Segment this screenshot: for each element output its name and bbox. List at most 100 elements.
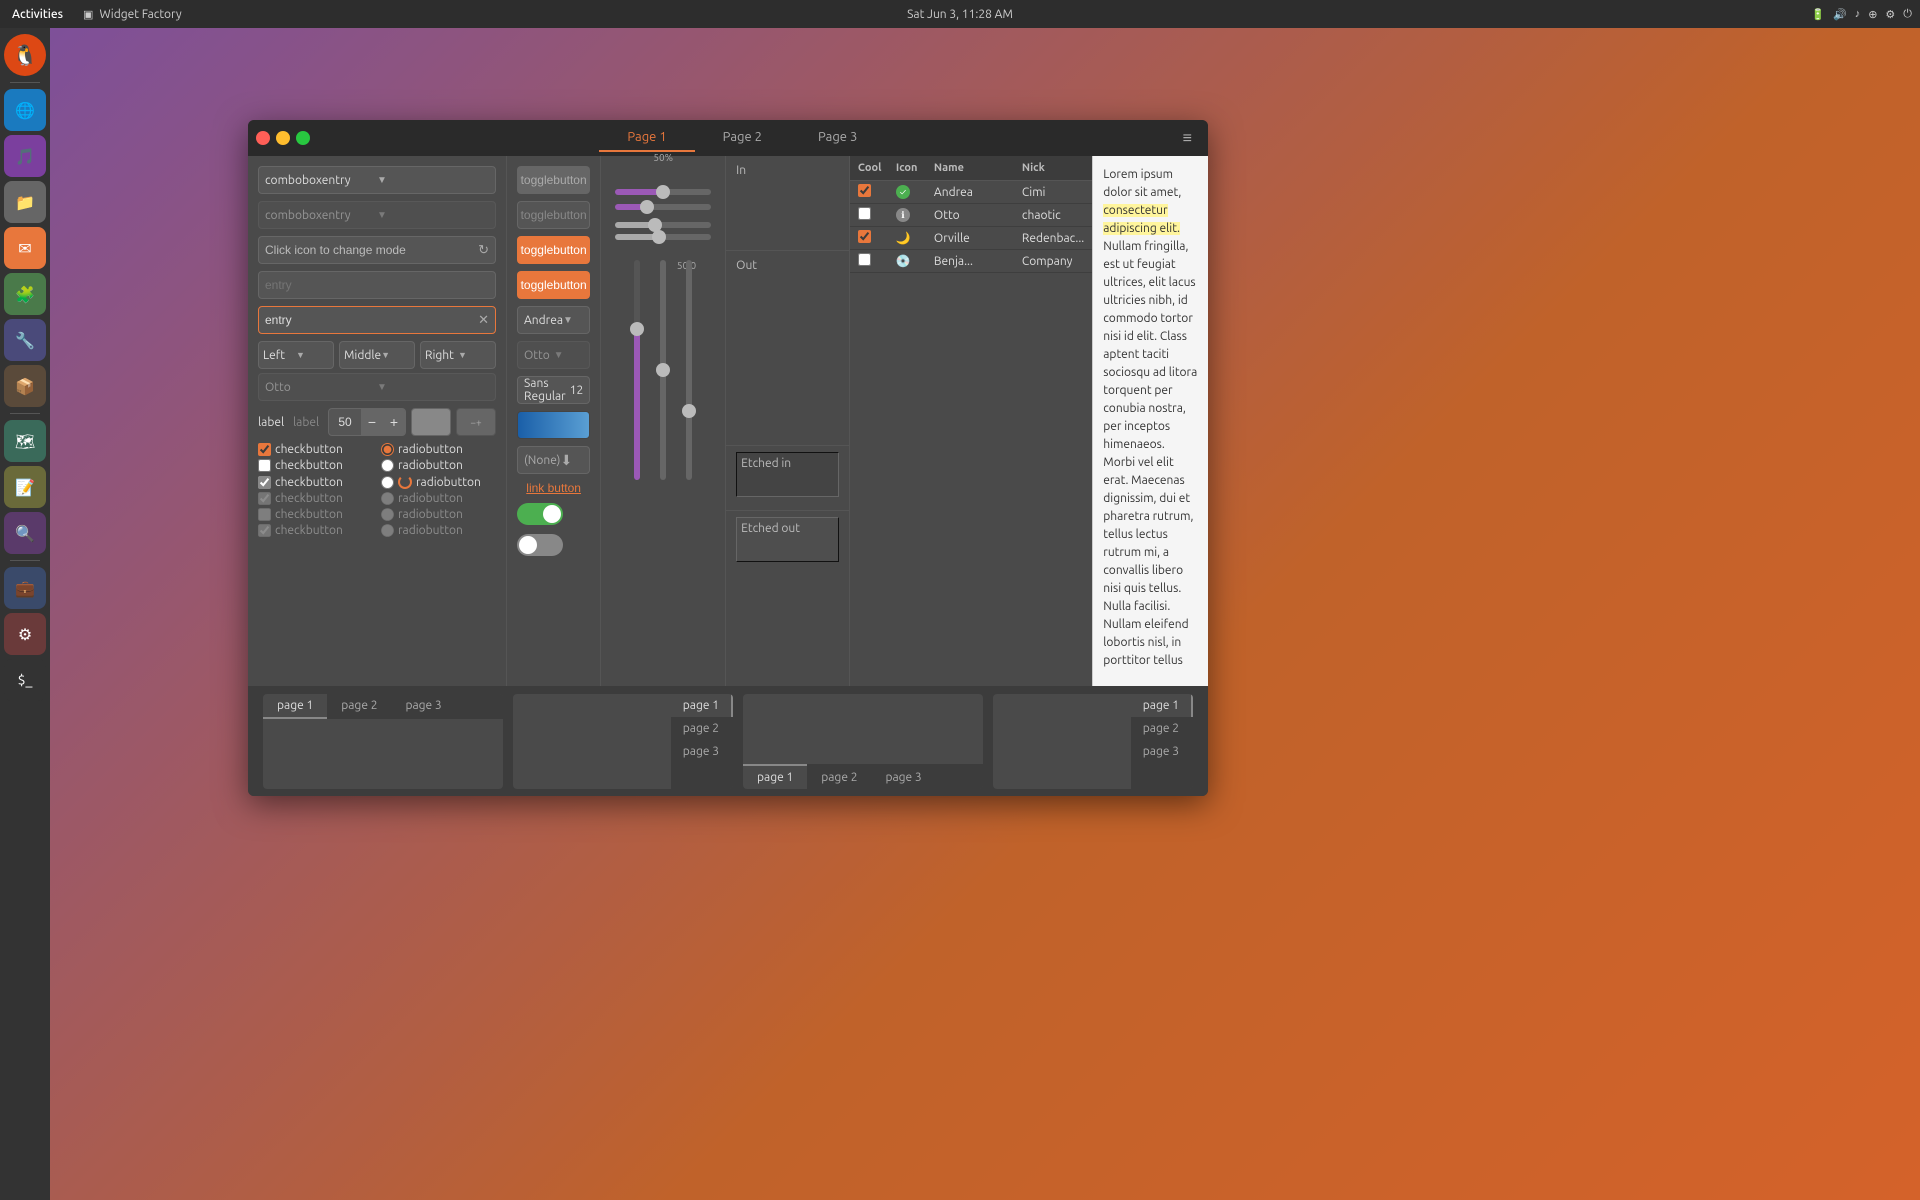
toggle-switch-off[interactable]	[517, 533, 590, 557]
tab-4-page3[interactable]: page 3	[1131, 740, 1193, 763]
close-button[interactable]	[256, 131, 270, 145]
app-name-label: Widget Factory	[99, 8, 181, 21]
tab-3-page3[interactable]: page 3	[871, 764, 935, 789]
slider-h-3[interactable]	[615, 222, 711, 228]
tab-3-page2[interactable]: page 2	[807, 764, 871, 789]
tree-row-orville-icon: 🌙	[896, 231, 926, 245]
sidebar-app-work[interactable]: 💼	[4, 567, 46, 609]
sidebar: 🐧 🌐 🎵 📁 ✉ 🧩 🔧 📦 🗺 📝 🔍 💼 ⚙ $_	[0, 28, 50, 1200]
link-button[interactable]: link button	[517, 481, 590, 495]
checkbox-2-input[interactable]	[258, 459, 271, 472]
activities-label[interactable]: Activities	[0, 8, 75, 21]
slider-h-1[interactable]	[615, 189, 711, 195]
tree-row-orville[interactable]: 🌙 Orville Redenbac...	[850, 227, 1092, 250]
bottom-section: page 1 page 2 page 3 page 1 page 2 page …	[248, 686, 1208, 796]
togglebutton-1[interactable]: togglebutton	[517, 166, 590, 194]
tab-3-page1[interactable]: page 1	[743, 764, 807, 789]
dropdown-middle[interactable]: Middle ▼	[339, 341, 415, 369]
slider-h-2[interactable]	[615, 204, 711, 210]
sidebar-app-maps[interactable]: 🗺	[4, 420, 46, 462]
spinbox-plus[interactable]: +	[383, 408, 405, 436]
tab-4-page1[interactable]: page 1	[1131, 694, 1193, 717]
sidebar-app-tools[interactable]: 🔧	[4, 319, 46, 361]
slider-h-4[interactable]	[615, 234, 711, 240]
sidebar-app-files[interactable]: 📁	[4, 181, 46, 223]
tab-2-page3[interactable]: page 3	[671, 740, 733, 763]
toggle-off-track[interactable]	[517, 534, 563, 556]
tab-1-page3[interactable]: page 3	[391, 694, 455, 719]
tree-row-andrea[interactable]: ✓ Andrea Cimi	[850, 181, 1092, 204]
cd-icon: 💿	[896, 254, 911, 268]
sidebar-app-mail[interactable]: ✉	[4, 227, 46, 269]
entry-clear-input[interactable]	[265, 313, 478, 327]
spinbox-minus[interactable]: −	[361, 408, 383, 436]
tab-2-page2[interactable]: page 2	[671, 717, 733, 740]
slider-v-2[interactable]	[660, 260, 666, 480]
refresh-entry-input[interactable]	[265, 243, 478, 257]
minimize-button[interactable]	[276, 131, 290, 145]
font-selector[interactable]: Sans Regular 12	[517, 376, 590, 404]
sidebar-app-browser[interactable]: 🌐	[4, 89, 46, 131]
sidebar-app-music[interactable]: 🎵	[4, 135, 46, 177]
toggle-switch-on[interactable]	[517, 502, 590, 526]
refresh-icon[interactable]: ↻	[478, 243, 489, 258]
tab-page2[interactable]: Page 2	[695, 124, 790, 152]
radio-3-input[interactable]	[381, 476, 394, 489]
tab-1-page1[interactable]: page 1	[263, 694, 327, 719]
tree-row-benja-checkbox[interactable]	[858, 253, 871, 266]
tab-2-page1[interactable]: page 1	[671, 694, 733, 717]
radio-2-label: radiobutton	[398, 459, 463, 472]
tree-row-otto-checkbox[interactable]	[858, 207, 871, 220]
sidebar-app-search[interactable]: 🔍	[4, 512, 46, 554]
tab-group-2-content	[513, 694, 671, 789]
none-combo[interactable]: (None) ⬇	[517, 446, 590, 474]
toggle-on-track[interactable]	[517, 503, 563, 525]
checkbox-4-disabled: checkbutton	[258, 492, 373, 505]
checkbox-1-input[interactable]	[258, 443, 271, 456]
vertical-sliders-area: 50.0	[615, 260, 711, 530]
maximize-button[interactable]	[296, 131, 310, 145]
app-title-bar: ▣ Widget Factory	[75, 8, 190, 21]
togglebutton-3-active[interactable]: togglebutton	[517, 236, 590, 264]
radio-2-input[interactable]	[381, 459, 394, 472]
sidebar-app-terminal[interactable]: $_	[4, 659, 46, 701]
checkbox-3-input[interactable]	[258, 476, 271, 489]
tree-row-andrea-checkbox[interactable]	[858, 184, 871, 197]
sidebar-app-plugins[interactable]: 🧩	[4, 273, 46, 315]
tab-page1[interactable]: Page 1	[599, 124, 694, 152]
tree-row-benja-icon: 💿	[896, 254, 926, 268]
spinbox-input[interactable]	[329, 415, 361, 429]
entry-with-clear[interactable]: ✕	[258, 306, 496, 334]
radio-4-disabled: radiobutton	[381, 492, 496, 505]
tree-row-otto[interactable]: ℹ Otto chaotic	[850, 204, 1092, 227]
combobox-entry-1[interactable]: comboboxentry ▼	[258, 166, 496, 194]
slider-v-1-wrap	[634, 260, 640, 530]
color-button-1[interactable]	[411, 408, 451, 436]
tab-4-page2[interactable]: page 2	[1131, 717, 1193, 740]
entry-with-refresh[interactable]: ↻	[258, 236, 496, 264]
combo-andrea[interactable]: Andrea ▼	[517, 306, 590, 334]
sidebar-app-notes[interactable]: 📝	[4, 466, 46, 508]
clear-icon[interactable]: ✕	[478, 313, 489, 328]
dropdown-right[interactable]: Right ▼	[420, 341, 496, 369]
tab-page3[interactable]: Page 3	[790, 124, 885, 152]
radio-1: radiobutton	[381, 443, 496, 456]
entry-placeholder-input[interactable]	[265, 278, 489, 292]
window-menu-button[interactable]: ≡	[1175, 129, 1200, 148]
tab-1-page2[interactable]: page 2	[327, 694, 391, 719]
entry-placeholder[interactable]	[258, 271, 496, 299]
power-icon: ⏻	[1903, 8, 1912, 21]
tab-group-1-content	[263, 719, 503, 784]
tree-row-benja[interactable]: 💿 Benja... Company	[850, 250, 1092, 273]
sidebar-app-system[interactable]: ⚙	[4, 613, 46, 655]
radio-1-input[interactable]	[381, 443, 394, 456]
dropdown-left[interactable]: Left ▼	[258, 341, 334, 369]
color-button-2[interactable]: − +	[456, 408, 496, 436]
tree-row-orville-checkbox[interactable]	[858, 230, 871, 243]
color-bar[interactable]	[517, 411, 590, 439]
slider-v-1[interactable]	[634, 260, 640, 480]
sidebar-app-ubuntu[interactable]: 🐧	[4, 34, 46, 76]
sidebar-app-packages[interactable]: 📦	[4, 365, 46, 407]
togglebutton-4-active[interactable]: togglebutton	[517, 271, 590, 299]
slider-v-3[interactable]	[686, 260, 692, 480]
